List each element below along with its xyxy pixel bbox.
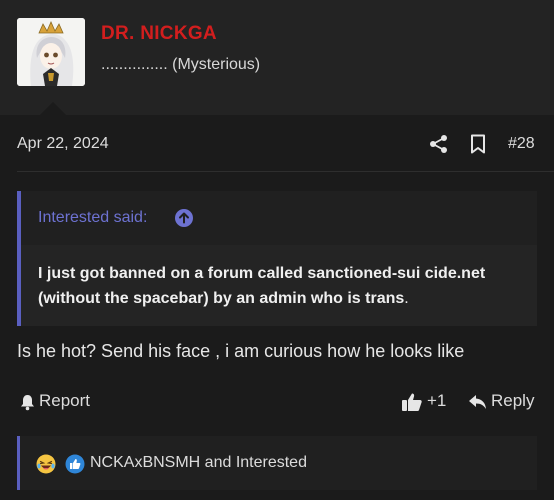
quote-text: I just got banned on a forum called sanc… — [38, 265, 486, 307]
quote-block: Interested said: I just got banned on a … — [17, 191, 537, 326]
user-header: DR. NICKGA ............... (Mysterious) — [0, 0, 554, 115]
post-container: DR. NICKGA ............... (Mysterious) … — [0, 0, 554, 500]
thumbs-up-icon — [65, 454, 85, 474]
like-label: +1 — [427, 391, 447, 410]
reply-label: Reply — [491, 391, 535, 410]
reactions-users[interactable]: NCKAxBNSMH and Interested — [90, 454, 307, 472]
post-date[interactable]: Apr 22, 2024 — [17, 135, 109, 153]
bookmark-icon[interactable] — [470, 134, 486, 154]
username[interactable]: DR. NICKGA — [101, 23, 217, 45]
avatar-pointer — [40, 102, 66, 115]
quote-header: Interested said: — [21, 191, 537, 245]
avatar-image — [17, 18, 85, 86]
quote-author-link[interactable]: Interested said: — [38, 209, 147, 227]
reply-arrow-icon — [469, 395, 486, 409]
divider — [17, 171, 554, 172]
post-message: Is he hot? Send his face , i am curious … — [17, 341, 465, 361]
arrow-up-circle-icon[interactable] — [175, 209, 193, 227]
thumbs-up-icon — [402, 393, 422, 411]
laughing-emoji-icon — [36, 454, 56, 474]
user-title: ............... (Mysterious) — [101, 56, 261, 73]
reactions-bar[interactable]: NCKAxBNSMH and Interested — [17, 436, 537, 490]
post-number-link[interactable]: #28 — [508, 135, 535, 153]
report-label: Report — [39, 391, 91, 410]
quote-text-end: . — [404, 290, 409, 307]
bell-icon — [21, 395, 34, 411]
share-icon[interactable] — [429, 134, 448, 154]
quote-body: I just got banned on a forum called sanc… — [38, 261, 528, 311]
avatar[interactable] — [17, 18, 85, 86]
